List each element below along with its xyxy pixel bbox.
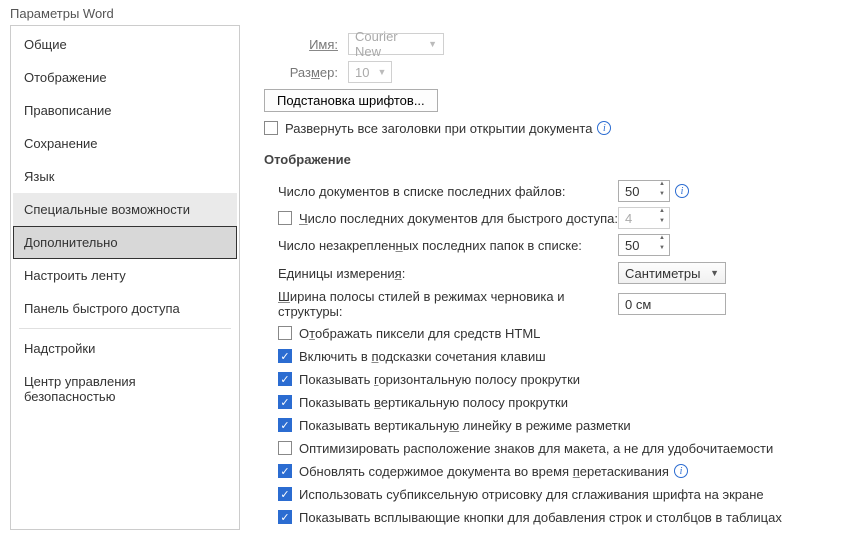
pixels-html-label: Отображать пиксели для средств HTML — [299, 326, 540, 341]
spinner-up-icon: ▲ — [655, 208, 669, 218]
optimize-layout-label: Оптимизировать расположение знаков для м… — [299, 441, 773, 456]
vruler-checkbox[interactable]: ✓ — [278, 418, 292, 432]
info-icon[interactable]: i — [674, 464, 688, 478]
update-drag-label: Обновлять содержимое документа во время … — [299, 464, 669, 479]
info-icon[interactable]: i — [597, 121, 611, 135]
nav-separator — [19, 328, 231, 329]
vscroll-checkbox[interactable]: ✓ — [278, 395, 292, 409]
pixels-html-checkbox[interactable] — [278, 326, 292, 340]
nav-quick-access[interactable]: Панель быстрого доступа — [13, 292, 237, 325]
shortcuts-label: Включить в подсказки сочетания клавиш — [299, 349, 546, 364]
style-width-value: 0 см — [625, 297, 651, 312]
unpinned-folders-spinner[interactable]: 50 ▲▼ — [618, 234, 670, 256]
expand-headings-label: Развернуть все заголовки при открытии до… — [285, 121, 592, 136]
nav-sidebar: Общие Отображение Правописание Сохранени… — [10, 25, 240, 530]
style-width-label: Ширина полосы стилей в режимах черновика… — [278, 289, 618, 319]
vscroll-label: Показывать вертикальную полосу прокрутки — [299, 395, 568, 410]
units-value: Сантиметры — [625, 266, 700, 281]
font-name-select: Courier New ▼ — [348, 33, 444, 55]
nav-save[interactable]: Сохранение — [13, 127, 237, 160]
quick-access-value: 4 — [625, 211, 632, 226]
spinner-up-icon[interactable]: ▲ — [655, 181, 669, 191]
nav-customize-ribbon[interactable]: Настроить ленту — [13, 259, 237, 292]
nav-general[interactable]: Общие — [13, 28, 237, 61]
unpinned-folders-label: Число незакрепленных последних папок в с… — [278, 238, 618, 253]
subpixel-checkbox[interactable]: ✓ — [278, 487, 292, 501]
nav-advanced[interactable]: Дополнительно — [13, 226, 237, 259]
quick-access-label: Число последних документов для быстрого … — [299, 211, 618, 226]
font-size-value: 10 — [355, 65, 369, 80]
subpixel-label: Использовать субпиксельную отрисовку для… — [299, 487, 764, 502]
content-panel: Имя: Courier New ▼ Размер: 10 ▼ Подстано… — [240, 25, 847, 530]
font-substitution-button[interactable]: Подстановка шрифтов... — [264, 89, 438, 112]
nav-proofing[interactable]: Правописание — [13, 94, 237, 127]
nav-display[interactable]: Отображение — [13, 61, 237, 94]
spinner-down-icon[interactable]: ▼ — [655, 245, 669, 255]
dialog-title: Параметры Word — [0, 0, 857, 25]
font-size-select: 10 ▼ — [348, 61, 392, 83]
chevron-down-icon: ▼ — [377, 67, 386, 77]
nav-language[interactable]: Язык — [13, 160, 237, 193]
nav-addins[interactable]: Надстройки — [13, 332, 237, 365]
font-name-value: Courier New — [355, 29, 420, 59]
insert-buttons-checkbox[interactable]: ✓ — [278, 510, 292, 524]
font-size-label: Размер: — [278, 65, 338, 80]
quick-access-checkbox[interactable] — [278, 211, 292, 225]
nav-trust-center[interactable]: Центр управления безопасностью — [13, 365, 237, 413]
spinner-up-icon[interactable]: ▲ — [655, 235, 669, 245]
info-icon[interactable]: i — [675, 184, 689, 198]
spinner-down-icon[interactable]: ▼ — [655, 191, 669, 201]
hscroll-checkbox[interactable]: ✓ — [278, 372, 292, 386]
chevron-down-icon: ▼ — [428, 39, 437, 49]
font-name-label: Имя: — [278, 37, 338, 52]
spinner-down-icon: ▼ — [655, 218, 669, 228]
update-drag-checkbox[interactable]: ✓ — [278, 464, 292, 478]
quick-access-spinner: 4 ▲▼ — [618, 207, 670, 229]
expand-headings-checkbox[interactable] — [264, 121, 278, 135]
style-width-input[interactable]: 0 см — [618, 293, 726, 315]
unpinned-folders-value: 50 — [625, 238, 639, 253]
nav-accessibility[interactable]: Специальные возможности — [13, 193, 237, 226]
section-display-header: Отображение — [264, 152, 847, 167]
vruler-label: Показывать вертикальную линейку в режиме… — [299, 418, 631, 433]
recent-docs-spinner[interactable]: 50 ▲▼ — [618, 180, 670, 202]
recent-docs-value: 50 — [625, 184, 639, 199]
insert-buttons-label: Показывать всплывающие кнопки для добавл… — [299, 510, 782, 525]
optimize-layout-checkbox[interactable] — [278, 441, 292, 455]
hscroll-label: Показывать горизонтальную полосу прокрут… — [299, 372, 580, 387]
chevron-down-icon: ▼ — [710, 268, 719, 278]
shortcuts-checkbox[interactable]: ✓ — [278, 349, 292, 363]
recent-docs-label: Число документов в списке последних файл… — [278, 184, 618, 199]
units-label: Единицы измерения: — [278, 266, 618, 281]
units-combo[interactable]: Сантиметры ▼ — [618, 262, 726, 284]
